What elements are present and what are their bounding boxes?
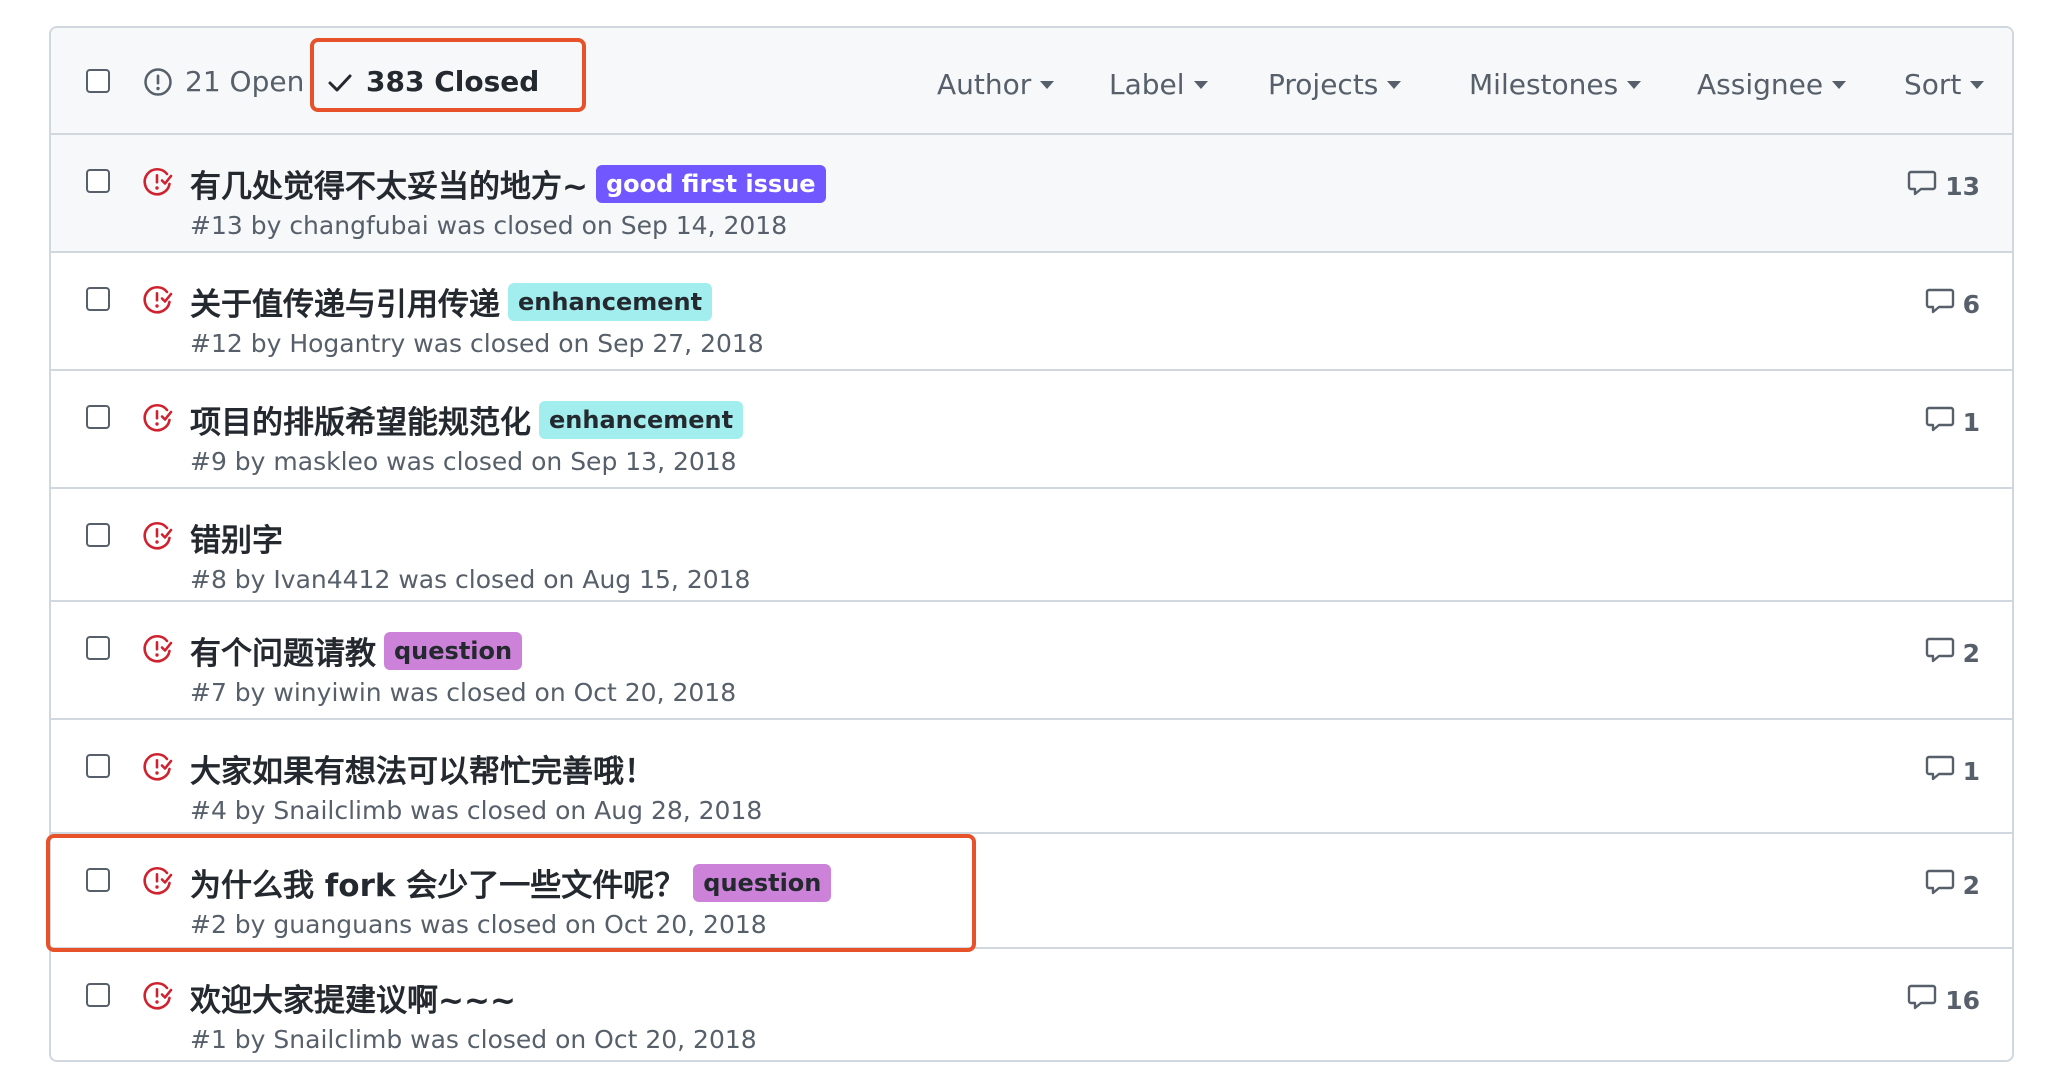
- caret-down-icon: [1193, 80, 1208, 89]
- comment-icon: [1907, 983, 1945, 1017]
- comments-link[interactable]: 2: [1925, 636, 1980, 670]
- issue-title-link[interactable]: 错别字: [190, 515, 283, 560]
- issue-row[interactable]: 有几处觉得不太妥当的地方~ good first issue #13 by ch…: [51, 135, 2012, 253]
- issue-title-group: 项目的排版希望能规范化 enhancement: [190, 397, 744, 442]
- issue-checkbox[interactable]: [86, 287, 110, 311]
- comment-icon: [1925, 287, 1963, 321]
- issue-checkbox[interactable]: [86, 754, 110, 778]
- caret-down-icon: [1387, 80, 1402, 89]
- issue-label[interactable]: enhancement: [539, 400, 744, 439]
- author-filter[interactable]: Author: [937, 68, 1055, 101]
- issue-label[interactable]: good first issue: [595, 164, 826, 203]
- comment-icon: [1907, 169, 1945, 203]
- issue-opened-icon: [143, 67, 173, 97]
- comments-link[interactable]: 16: [1907, 983, 1980, 1017]
- comments-link[interactable]: 6: [1925, 287, 1980, 321]
- comment-icon: [1925, 754, 1963, 788]
- comment-count: 2: [1962, 638, 1980, 668]
- issue-closed-icon: [140, 283, 174, 317]
- issue-title-link[interactable]: 关于值传递与引用传递: [190, 279, 500, 324]
- issue-meta: #9 by maskleo was closed on Sep 13, 2018: [190, 447, 737, 476]
- comments-link[interactable]: 1: [1925, 754, 1980, 788]
- issue-checkbox[interactable]: [86, 868, 110, 892]
- issue-title-link[interactable]: 项目的排版希望能规范化: [190, 397, 531, 442]
- label-filter[interactable]: Label: [1109, 68, 1208, 101]
- issue-label[interactable]: question: [693, 863, 832, 902]
- issue-title-link[interactable]: 为什么我 fork 会少了一些文件呢？: [190, 860, 685, 905]
- issue-title-group: 错别字: [190, 515, 283, 560]
- issue-checkbox[interactable]: [86, 636, 110, 660]
- projects-filter[interactable]: Projects: [1268, 68, 1402, 101]
- issue-title-link[interactable]: 大家如果有想法可以帮忙完善哦！: [190, 746, 655, 791]
- issue-title-group: 大家如果有想法可以帮忙完善哦！: [190, 746, 655, 791]
- issue-row[interactable]: 大家如果有想法可以帮忙完善哦！ #4 by Snailclimb was clo…: [51, 720, 2012, 834]
- issue-meta: #4 by Snailclimb was closed on Aug 28, 2…: [190, 796, 763, 825]
- open-count: 21 Open: [185, 65, 305, 98]
- issue-checkbox[interactable]: [86, 405, 110, 429]
- issue-meta: #7 by winyiwin was closed on Oct 20, 201…: [190, 678, 737, 707]
- comment-icon: [1925, 636, 1963, 670]
- caret-down-icon: [1627, 80, 1642, 89]
- caret-down-icon: [1970, 80, 1985, 89]
- issue-closed-icon: [140, 864, 174, 898]
- issue-closed-icon: [140, 632, 174, 666]
- issue-row[interactable]: 欢迎大家提建议啊~~~ #1 by Snailclimb was closed …: [51, 949, 2012, 1060]
- issue-closed-icon: [140, 750, 174, 784]
- issue-title-group: 有个问题请教 question: [190, 628, 523, 673]
- issue-checkbox[interactable]: [86, 523, 110, 547]
- issue-row[interactable]: 错别字 #8 by Ivan4412 was closed on Aug 15,…: [51, 489, 2012, 602]
- comment-count: 1: [1962, 407, 1980, 437]
- assignee-filter[interactable]: Assignee: [1697, 68, 1847, 101]
- comment-count: 1: [1962, 756, 1980, 786]
- issue-closed-icon: [140, 979, 174, 1013]
- issue-row[interactable]: 关于值传递与引用传递 enhancement #12 by Hogantry w…: [51, 253, 2012, 371]
- issue-title-group: 关于值传递与引用传递 enhancement: [190, 279, 713, 324]
- caret-down-icon: [1832, 80, 1847, 89]
- milestones-filter[interactable]: Milestones: [1469, 68, 1642, 101]
- check-icon: [326, 68, 354, 96]
- comment-icon: [1925, 868, 1963, 902]
- comment-count: 13: [1945, 171, 1980, 201]
- caret-down-icon: [1040, 80, 1055, 89]
- issue-title-group: 为什么我 fork 会少了一些文件呢？ question: [190, 860, 832, 905]
- issue-title-link[interactable]: 欢迎大家提建议啊~~~: [190, 975, 516, 1020]
- closed-issues-tab[interactable]: 383 Closed: [326, 28, 539, 135]
- issue-title-group: 欢迎大家提建议啊~~~: [190, 975, 516, 1020]
- issues-header: 21 Open 383 Closed Author Label Projects…: [51, 28, 2012, 135]
- issue-label[interactable]: enhancement: [508, 282, 713, 321]
- issue-row[interactable]: 为什么我 fork 会少了一些文件呢？ question #2 by guang…: [51, 834, 2012, 949]
- issue-meta: #12 by Hogantry was closed on Sep 27, 20…: [190, 329, 764, 358]
- comment-count: 2: [1962, 870, 1980, 900]
- issue-title-link[interactable]: 有几处觉得不太妥当的地方~: [190, 161, 588, 206]
- issue-checkbox[interactable]: [86, 169, 110, 193]
- issue-label[interactable]: question: [384, 631, 523, 670]
- comments-link[interactable]: 2: [1925, 868, 1980, 902]
- issue-meta: #8 by Ivan4412 was closed on Aug 15, 201…: [190, 565, 751, 594]
- issues-list-box: 21 Open 383 Closed Author Label Projects…: [49, 26, 2014, 1062]
- select-all-checkbox[interactable]: [86, 69, 110, 93]
- sort-filter[interactable]: Sort: [1904, 68, 1985, 101]
- comment-count: 6: [1962, 289, 1980, 319]
- issue-title-group: 有几处觉得不太妥当的地方~ good first issue: [190, 161, 826, 206]
- comments-link[interactable]: 1: [1925, 405, 1980, 439]
- issue-closed-icon: [140, 519, 174, 553]
- issue-meta: #13 by changfubai was closed on Sep 14, …: [190, 211, 788, 240]
- comments-link[interactable]: 13: [1907, 169, 1980, 203]
- closed-count: 383 Closed: [366, 65, 540, 98]
- issue-closed-icon: [140, 401, 174, 435]
- comment-icon: [1925, 405, 1963, 439]
- issue-row[interactable]: 项目的排版希望能规范化 enhancement #9 by maskleo wa…: [51, 371, 2012, 489]
- issue-closed-icon: [140, 165, 174, 199]
- issue-meta: #2 by guanguans was closed on Oct 20, 20…: [190, 910, 767, 939]
- issue-checkbox[interactable]: [86, 983, 110, 1007]
- issue-meta: #1 by Snailclimb was closed on Oct 20, 2…: [190, 1025, 757, 1054]
- comment-count: 16: [1945, 985, 1980, 1015]
- issue-row[interactable]: 有个问题请教 question #7 by winyiwin was close…: [51, 602, 2012, 720]
- issue-title-link[interactable]: 有个问题请教: [190, 628, 376, 673]
- open-issues-tab[interactable]: 21 Open: [143, 28, 304, 135]
